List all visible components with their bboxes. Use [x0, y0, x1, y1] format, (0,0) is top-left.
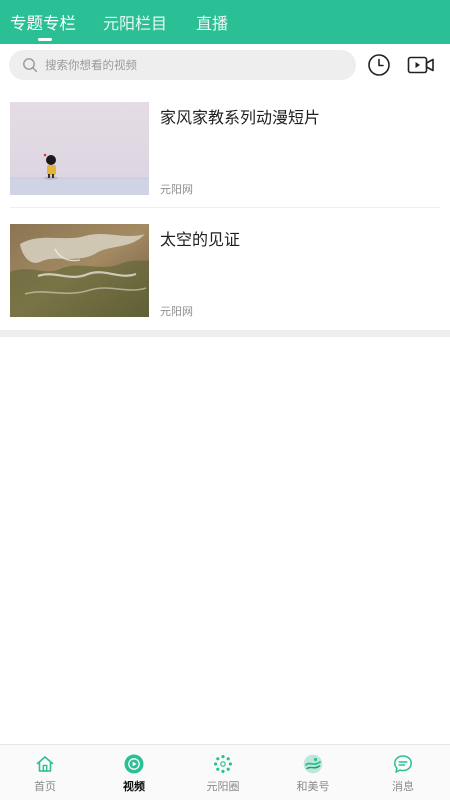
nav-label: 首页 — [34, 780, 56, 793]
list-bottom-divider — [0, 330, 450, 337]
video-thumbnail[interactable] — [10, 224, 149, 317]
nav-label: 和美号 — [296, 780, 330, 793]
clock-icon[interactable] — [367, 53, 391, 77]
search-box[interactable] — [9, 50, 356, 80]
active-tab-indicator — [38, 38, 52, 41]
bottom-navigation: 首页 视频 元阳圈 和美号 消息 — [0, 744, 450, 800]
video-thumbnail[interactable] — [10, 102, 149, 195]
play-icon — [124, 754, 144, 774]
search-row — [0, 44, 450, 86]
nav-label: 视频 — [123, 780, 145, 793]
tab-special-column[interactable]: 专题专栏 — [10, 10, 76, 34]
nav-item-home[interactable]: 首页 — [0, 745, 90, 800]
home-icon — [36, 756, 54, 772]
chat-icon — [394, 755, 412, 773]
video-source: 元阳网 — [160, 183, 193, 196]
search-icon — [23, 58, 38, 73]
tab-live[interactable]: 直播 — [196, 10, 228, 34]
top-tab-bar: 专题专栏 元阳栏目 直播 — [0, 0, 450, 44]
video-source: 元阳网 — [160, 305, 193, 318]
video-list-item[interactable]: 家风家教系列动漫短片 元阳网 — [0, 86, 450, 208]
video-list-item[interactable]: 太空的见证 元阳网 — [0, 208, 450, 330]
tab-yuanyang-column[interactable]: 元阳栏目 — [103, 10, 167, 34]
nav-label: 消息 — [392, 780, 414, 793]
nav-item-hemei[interactable]: 和美号 — [268, 745, 358, 800]
logo-icon — [303, 754, 323, 774]
nav-item-video[interactable]: 视频 — [89, 745, 179, 800]
circle-dots-icon — [214, 755, 232, 773]
nav-label: 元阳圈 — [206, 780, 240, 793]
nav-item-yuanyang-circle[interactable]: 元阳圈 — [178, 745, 268, 800]
nav-item-messages[interactable]: 消息 — [358, 745, 448, 800]
search-input[interactable] — [45, 50, 345, 80]
video-camera-icon[interactable] — [407, 54, 435, 76]
video-title: 太空的见证 — [160, 230, 241, 249]
video-title: 家风家教系列动漫短片 — [160, 108, 321, 127]
